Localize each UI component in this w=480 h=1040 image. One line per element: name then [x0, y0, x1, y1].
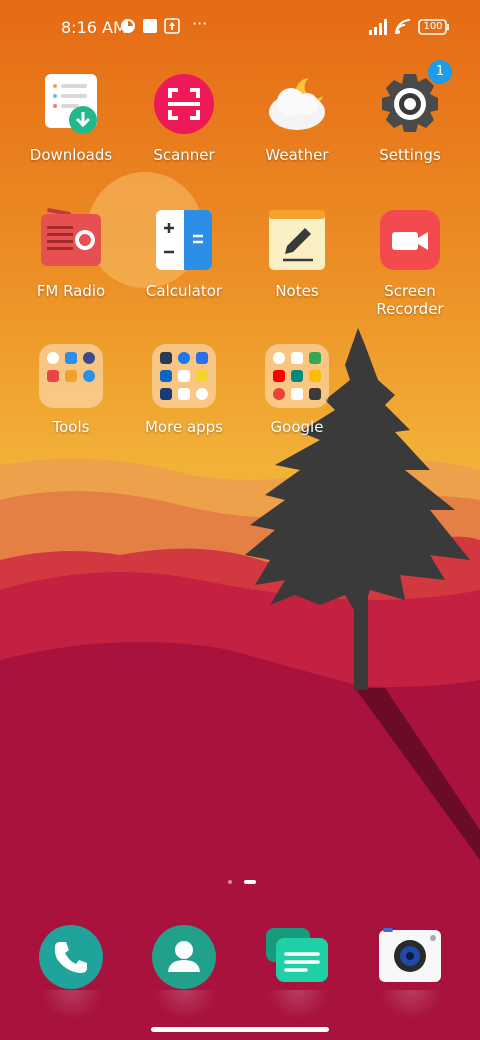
- mini-photos-icon: [273, 388, 285, 400]
- app-calculator[interactable]: Calculator: [128, 208, 240, 338]
- app-label-calculator: Calculator: [145, 282, 223, 300]
- folder-label-more-apps: More apps: [144, 418, 223, 436]
- mini-app-icon: [178, 370, 190, 382]
- folder-icon-google: [265, 344, 329, 408]
- app-weather[interactable]: Weather: [241, 72, 353, 202]
- page-dot-1[interactable]: [228, 880, 232, 884]
- mini-play-icon: [178, 388, 190, 400]
- mini-store-icon: [160, 388, 172, 400]
- settings-notification-badge: 1: [428, 60, 452, 84]
- app-notes[interactable]: Notes: [241, 208, 353, 338]
- calculator-icon: [156, 210, 212, 270]
- mini-book-icon: [47, 370, 59, 382]
- folder-google[interactable]: Google: [241, 344, 353, 474]
- mini-linkedin-icon: [160, 370, 172, 382]
- app-label-downloads: Downloads: [29, 146, 113, 164]
- folder-more-apps[interactable]: More apps: [128, 344, 240, 474]
- app-label-fm-radio: FM Radio: [36, 282, 106, 300]
- mini-facebook-icon: [178, 352, 190, 364]
- downloads-icon: [45, 74, 97, 134]
- scanner-icon: [154, 74, 214, 134]
- page-dot-2-active[interactable]: [244, 880, 256, 884]
- wifi-icon: [394, 18, 412, 40]
- notification-square-icon: [142, 18, 158, 38]
- mini-youtube-icon: [273, 370, 285, 382]
- dock-reflection-camera: [379, 990, 443, 1020]
- app-fm-radio[interactable]: FM Radio: [15, 208, 127, 338]
- battery-level: 100: [423, 21, 443, 32]
- mini-compass-icon: [83, 352, 95, 364]
- mini-drive-icon: [309, 370, 321, 382]
- app-screen-recorder[interactable]: Screen Recorder: [354, 208, 466, 338]
- weather-icon: [269, 78, 325, 130]
- mini-sim-icon: [65, 370, 77, 382]
- status-time: 8:16 AM: [61, 18, 127, 37]
- mini-cart-icon: [160, 352, 172, 364]
- page-indicator[interactable]: [226, 878, 258, 886]
- mini-recorder-icon: [47, 352, 59, 364]
- more-notifications-icon: ···: [192, 14, 208, 33]
- mini-assistant-icon: [196, 388, 208, 400]
- mini-tv-icon: [309, 388, 321, 400]
- mini-pinwheel-icon: [291, 388, 303, 400]
- folder-label-google: Google: [270, 418, 324, 436]
- folder-label-tools: Tools: [52, 418, 90, 436]
- mini-google-icon: [273, 352, 285, 364]
- upload-icon: [164, 18, 180, 38]
- app-downloads[interactable]: Downloads: [15, 72, 127, 202]
- camera-icon: [379, 928, 441, 982]
- dock-reflection-contacts: [153, 990, 217, 1020]
- mini-maps-icon: [309, 352, 321, 364]
- status-bar: 8:16 AM ··· 100: [0, 0, 480, 56]
- messages-icon: [266, 928, 328, 982]
- app-settings[interactable]: Settings: [354, 72, 466, 202]
- gesture-navigation-bar[interactable]: [151, 1027, 329, 1032]
- contacts-icon: [152, 925, 216, 989]
- mini-gmail-icon: [291, 352, 303, 364]
- signal-icon: [368, 18, 390, 40]
- folder-icon-more-apps: [152, 344, 216, 408]
- dock-phone[interactable]: [36, 922, 106, 992]
- app-scanner[interactable]: Scanner: [128, 72, 240, 202]
- folder-tools[interactable]: Tools: [15, 344, 127, 474]
- mini-grid-icon: [196, 352, 208, 364]
- screen-recorder-icon: [380, 210, 440, 270]
- app-label-weather: Weather: [265, 146, 329, 164]
- mini-meet-icon: [291, 370, 303, 382]
- mini-share-icon: [83, 370, 95, 382]
- dock-reflection-phone: [40, 990, 104, 1020]
- app-label-settings: Settings: [379, 146, 441, 164]
- mini-loop-icon: [65, 352, 77, 364]
- app-label-notes: Notes: [275, 282, 319, 300]
- app-label-screen-recorder: Screen Recorder: [376, 282, 444, 318]
- notes-icon: [269, 210, 325, 270]
- dock-messages[interactable]: [262, 922, 332, 992]
- app-label-scanner: Scanner: [153, 146, 215, 164]
- data-saver-icon: [120, 18, 136, 38]
- folder-icon-tools: [39, 344, 103, 408]
- mini-sim-card-icon: [196, 370, 208, 382]
- phone-icon: [39, 925, 103, 989]
- radio-icon: [41, 208, 101, 266]
- dock-contacts[interactable]: [149, 922, 219, 992]
- dock-reflection-messages: [266, 990, 330, 1020]
- dock-camera[interactable]: [375, 922, 445, 992]
